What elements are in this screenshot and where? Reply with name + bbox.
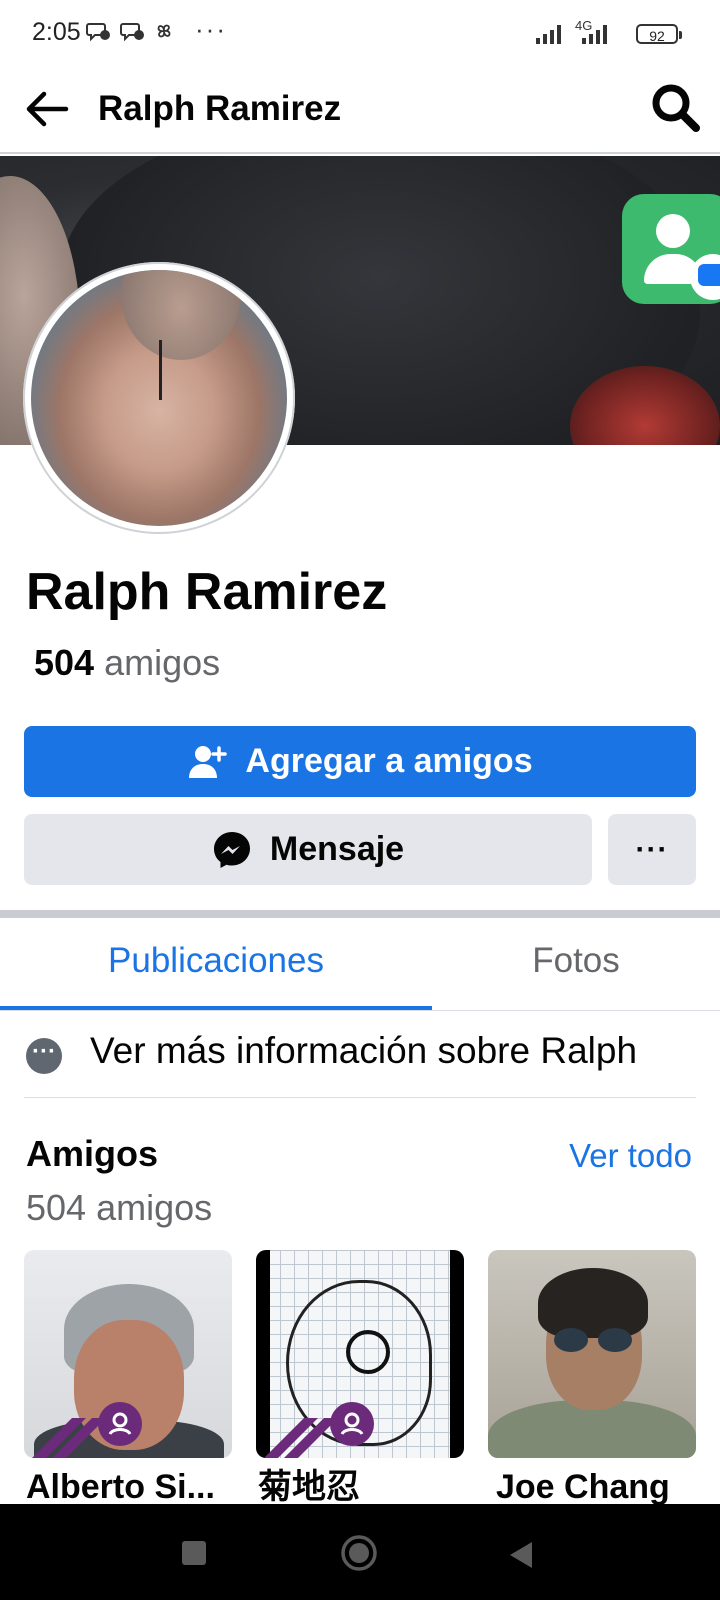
add-friend-icon <box>189 745 228 778</box>
more-options-button[interactable]: ··· <box>608 814 696 885</box>
add-friend-label: Agregar a amigos <box>245 742 533 780</box>
back-arrow-icon[interactable] <box>22 86 72 132</box>
friend-hair-shape <box>538 1268 648 1338</box>
message-label: Mensaje <box>269 830 405 868</box>
tab-fotos[interactable]: Fotos <box>432 928 720 1008</box>
tab-divider <box>0 1010 720 1011</box>
friends-count-label: amigos <box>104 642 221 683</box>
see-more-about-link[interactable]: Ver más información sobre Ralph <box>90 1026 637 1076</box>
messenger-icon <box>213 831 250 868</box>
message-button[interactable]: Mensaje <box>24 814 592 885</box>
header-title: Ralph Ramirez <box>98 89 342 128</box>
friends-count-number: 504 <box>34 642 95 683</box>
tab-fotos-label: Fotos <box>532 941 620 980</box>
sketch-eye-shape <box>346 1330 390 1374</box>
more-info-icon: ··· <box>26 1038 62 1074</box>
status-bar: 2:05 ··· 4G 92 <box>0 0 720 68</box>
row-divider <box>24 1097 696 1098</box>
friend-card-photo[interactable] <box>24 1250 232 1458</box>
contact-head-shape <box>656 214 690 248</box>
avatar-frame-badge-icon <box>264 1402 374 1458</box>
see-all-friends-link[interactable]: Ver todo <box>569 1134 692 1178</box>
messenger-notification-icon <box>120 23 144 42</box>
sunglasses-lens-shape <box>554 1328 588 1352</box>
messenger-notification-icon <box>86 23 110 42</box>
friends-count[interactable]: 504 amigos <box>34 640 220 686</box>
top-app-bar: Ralph Ramirez <box>0 68 720 154</box>
profile-picture[interactable] <box>23 262 295 534</box>
friend-name[interactable]: Joe Chang <box>496 1466 696 1508</box>
friend-name[interactable]: Alberto Si... <box>26 1466 230 1508</box>
back-nav-icon[interactable] <box>506 1540 536 1570</box>
search-icon[interactable] <box>648 80 704 136</box>
home-icon[interactable] <box>340 1534 378 1572</box>
more-options-icon: ··· <box>635 832 669 866</box>
signal-strength-icon <box>536 25 561 44</box>
profile-photo <box>31 270 287 526</box>
recent-apps-icon[interactable] <box>182 1541 206 1565</box>
section-divider <box>0 910 720 918</box>
tab-publicaciones-label: Publicaciones <box>108 941 324 980</box>
more-notifications-icon: ··· <box>195 14 227 44</box>
photo-border-shape <box>450 1250 464 1458</box>
battery-level: 92 <box>649 28 665 44</box>
profile-face-shape <box>121 270 241 360</box>
tab-publicaciones[interactable]: Publicaciones <box>0 928 432 1010</box>
friend-name[interactable]: 菊地忍 <box>258 1466 462 1508</box>
pinwheel-app-icon <box>157 24 171 38</box>
friends-section-title: Amigos <box>26 1133 159 1174</box>
earphone-cable-shape <box>159 340 162 400</box>
status-time: 2:05 <box>32 18 81 46</box>
friends-section-count: 504 amigos <box>26 1187 213 1228</box>
sunglasses-lens-shape <box>598 1328 632 1352</box>
profile-name: Ralph Ramirez <box>26 563 388 621</box>
battery-icon: 92 <box>636 24 682 44</box>
friend-card-photo[interactable] <box>256 1250 464 1458</box>
add-friend-button[interactable]: Agregar a amigos <box>24 726 696 797</box>
signal-strength-icon <box>582 25 607 44</box>
avatar-frame-badge-icon <box>32 1402 142 1458</box>
friend-card-photo[interactable] <box>488 1250 696 1458</box>
